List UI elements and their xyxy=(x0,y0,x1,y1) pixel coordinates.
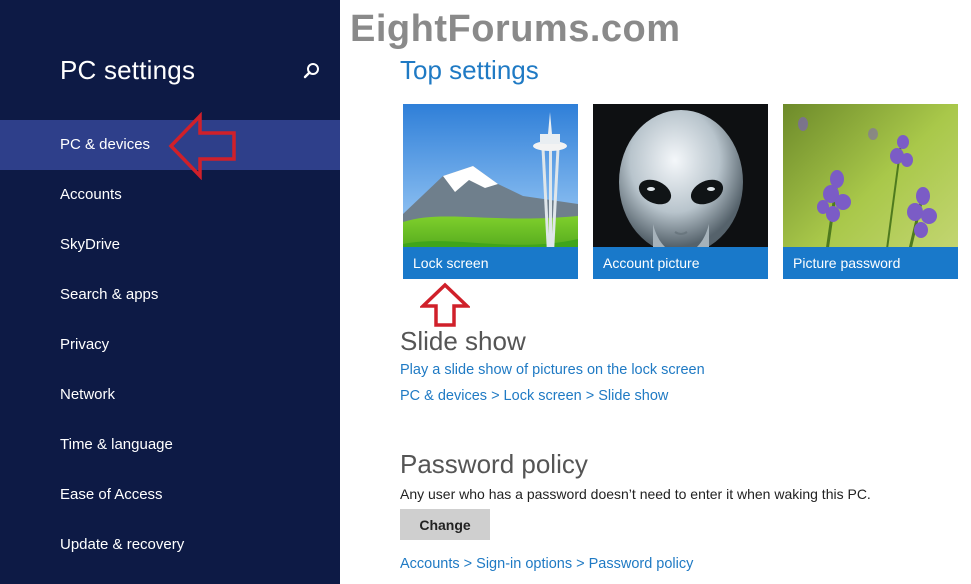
search-icon[interactable] xyxy=(300,60,322,82)
slide-show-breadcrumb[interactable]: PC & devices > Lock screen > Slide show xyxy=(400,388,668,404)
picture-password-tile[interactable]: Picture password xyxy=(783,104,958,279)
sidebar-item-ease-of-access[interactable]: Ease of Access xyxy=(0,470,340,520)
top-settings-title: Top settings xyxy=(400,55,539,85)
lock-screen-tile[interactable]: Lock screen xyxy=(403,104,578,279)
sidebar-item-privacy[interactable]: Privacy xyxy=(0,320,340,370)
annotation-arrow-up-icon xyxy=(420,282,470,327)
sidebar-item-network[interactable]: Network xyxy=(0,370,340,420)
account-picture-tile-label: Account picture xyxy=(593,247,768,279)
password-policy-title: Password policy xyxy=(400,449,588,479)
picture-password-tile-label: Picture password xyxy=(783,247,958,279)
slide-show-title: Slide show xyxy=(400,326,526,356)
sidebar-nav: PC & devices Accounts SkyDrive Search & … xyxy=(0,120,340,570)
sidebar: PC settings PC & devices Accounts SkyDri… xyxy=(0,0,340,584)
password-policy-breadcrumb[interactable]: Accounts > Sign-in options > Password po… xyxy=(400,556,693,572)
sidebar-title: PC settings xyxy=(60,55,196,85)
watermark: EightForums.com xyxy=(350,8,681,50)
lock-screen-tile-label: Lock screen xyxy=(403,247,578,279)
change-button[interactable]: Change xyxy=(400,509,490,540)
annotation-arrow-left-icon xyxy=(168,112,236,180)
password-policy-description: Any user who has a password doesn’t need… xyxy=(400,486,871,502)
sidebar-item-skydrive[interactable]: SkyDrive xyxy=(0,220,340,270)
sidebar-item-time-language[interactable]: Time & language xyxy=(0,420,340,470)
account-picture-tile[interactable]: Account picture xyxy=(593,104,768,279)
slide-show-link[interactable]: Play a slide show of pictures on the loc… xyxy=(400,362,705,378)
sidebar-item-search-apps[interactable]: Search & apps xyxy=(0,270,340,320)
sidebar-item-update-recovery[interactable]: Update & recovery xyxy=(0,520,340,570)
